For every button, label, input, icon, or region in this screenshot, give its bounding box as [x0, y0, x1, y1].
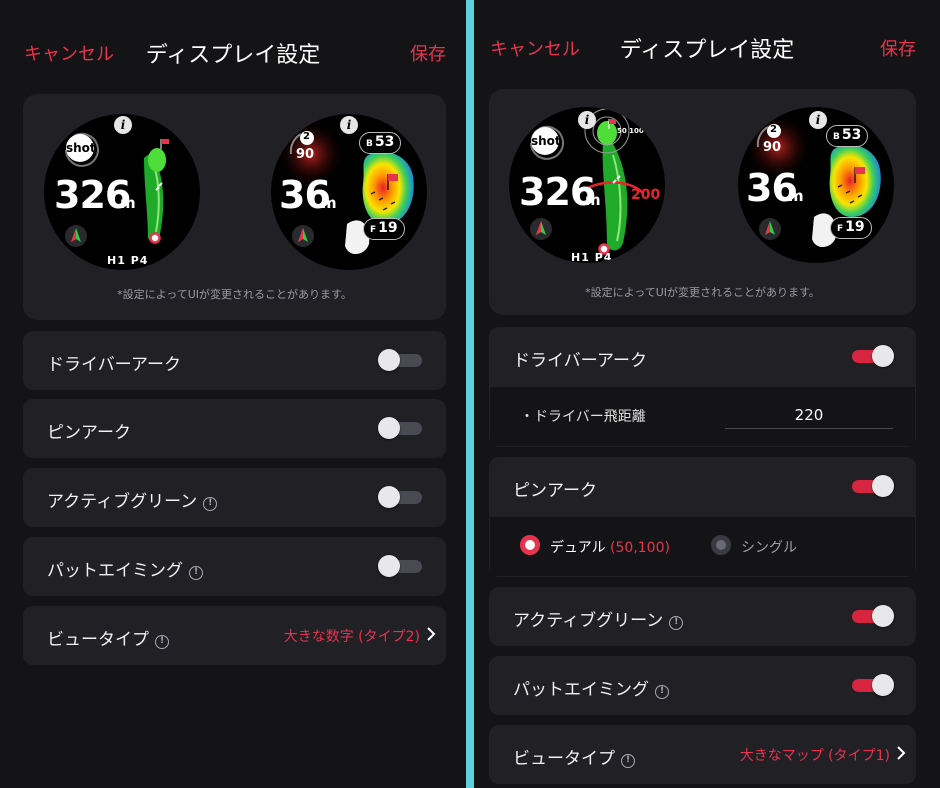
compass-icon [65, 225, 87, 247]
pin-arc-card: ピンアーク デュアル (50,100) シングル [489, 457, 916, 577]
view-type-label: ビュータイプ [47, 630, 149, 650]
info-icon[interactable]: ! [203, 497, 218, 511]
flag-icon [160, 139, 169, 149]
putt-aiming-row[interactable]: パットエイミング! [489, 656, 916, 715]
shot-count-badge: 2 [303, 131, 310, 142]
shot-label: shot [531, 134, 561, 148]
page-title: ディスプレイ設定 [145, 43, 321, 68]
radio-single[interactable] [711, 535, 731, 555]
front-distance-pill: F 19 [830, 217, 872, 239]
chevron-right-icon[interactable] [426, 626, 436, 642]
info-icon[interactable]: i [578, 111, 596, 129]
info-icon[interactable]: ! [669, 616, 684, 630]
watch-preview-green: 2 90 36 m B 53 F 19 [271, 114, 427, 270]
info-icon[interactable]: i [114, 116, 132, 134]
view-type-label: ビュータイプ [513, 749, 615, 769]
back-distance-pill: B 53 [359, 132, 402, 154]
hole-label: H1 P4 [571, 251, 613, 263]
putt-aiming-label: パットエイミング [47, 561, 183, 581]
watch-preview-map: shot 326 m H1 P4 [44, 114, 200, 270]
distance-value: 326 [54, 173, 131, 217]
driver-arc-toggle[interactable] [378, 349, 424, 371]
compass-icon [292, 225, 314, 247]
save-button[interactable]: 保存 [880, 35, 916, 61]
driver-arc-label: ドライバーアーク [47, 355, 181, 375]
driver-arc-row[interactable]: ドライバーアーク [23, 331, 446, 390]
pin-arc-distances: 50 100 [617, 127, 644, 135]
preview-note: *設定によってUIが変更されることがあります。 [585, 286, 820, 299]
display-preview: 50 100 shot 326 m 200 H1 P4 i 2 90 36 m … [489, 89, 916, 315]
putt-aiming-toggle[interactable] [378, 555, 424, 577]
compass-icon [759, 218, 781, 240]
driver-arc-distance: 200 [631, 187, 661, 203]
driver-distance-row: ・ドライバー飛距離 220 [490, 387, 915, 446]
distance-value: 326 [519, 170, 596, 214]
pin-arc-label: ピンアーク [513, 481, 597, 501]
active-green-toggle[interactable] [378, 486, 424, 508]
radio-single-label[interactable]: シングル [741, 537, 797, 557]
distance-unit: m [321, 194, 337, 212]
info-icon[interactable]: i [340, 116, 358, 134]
pin-arc-toggle[interactable] [848, 475, 894, 497]
pin-arc-row[interactable]: ピンアーク [489, 457, 916, 517]
header: キャンセル ディスプレイ設定 保存 [0, 0, 466, 90]
right-screen: キャンセル ディスプレイ設定 保存 50 100 shot 326 m 200 … [474, 0, 940, 788]
driver-distance-input[interactable]: 220 [725, 401, 893, 429]
driver-arc-toggle[interactable] [848, 345, 894, 367]
putt-aiming-toggle[interactable] [848, 674, 894, 696]
preview-note: *設定によってUIが変更されることがあります。 [117, 288, 352, 301]
pin-arc-options: デュアル (50,100) シングル [490, 517, 915, 576]
active-green-label: アクティブグリーン [513, 611, 664, 631]
info-icon[interactable]: ! [655, 685, 669, 699]
watch-preview-map: 50 100 shot 326 m 200 H1 P4 [509, 107, 665, 263]
chevron-right-icon[interactable] [896, 745, 906, 761]
active-green-label: アクティブグリーン [47, 492, 198, 512]
pin-arc-toggle[interactable] [378, 417, 424, 439]
active-green-row[interactable]: アクティブグリーン! [489, 587, 916, 646]
hole-label: H1 P4 [107, 254, 149, 267]
driver-arc-label: ドライバーアーク [513, 351, 647, 371]
driver-arc-card: ドライバーアーク ・ドライバー飛距離 220 [489, 327, 916, 447]
distance-unit: m [788, 187, 804, 205]
save-button[interactable]: 保存 [410, 40, 446, 66]
info-icon[interactable]: ! [621, 754, 635, 768]
driver-distance-label: ・ドライバー飛距離 [520, 409, 646, 425]
distance-unit: m [585, 191, 601, 209]
active-green-row[interactable]: アクティブグリーン! [23, 468, 446, 527]
view-type-value[interactable]: 大きなマップ (タイプ1) [740, 745, 890, 765]
view-type-row[interactable]: ビュータイプ! 大きな数字 (タイプ2) [23, 606, 446, 665]
shot-label: shot [66, 141, 96, 155]
page-title: ディスプレイ設定 [619, 38, 795, 63]
watch-preview-green: 2 90 36 m B 53 F 19 [738, 107, 894, 263]
radio-dual-label[interactable]: デュアル (50,100) [550, 537, 670, 557]
front-distance-pill: F 19 [363, 218, 405, 240]
driver-arc-row[interactable]: ドライバーアーク [489, 327, 916, 387]
shot-count-badge: 2 [770, 124, 777, 135]
distance-unit: m [120, 194, 136, 212]
yardage-value: 90 [296, 147, 315, 162]
info-icon[interactable]: ! [155, 635, 169, 649]
pin-arc-row[interactable]: ピンアーク [23, 399, 446, 458]
yardage-value: 90 [763, 140, 782, 155]
display-preview: shot 326 m H1 P4 i 2 90 36 m B 53 F 19 i… [23, 94, 446, 320]
compass-icon [530, 218, 552, 240]
pin-arc-label: ピンアーク [47, 423, 131, 443]
radio-dual[interactable] [520, 535, 540, 555]
left-screen: キャンセル ディスプレイ設定 保存 shot 326 m H1 P4 i 2 9… [0, 0, 466, 788]
putt-aiming-row[interactable]: パットエイミング! [23, 537, 446, 596]
active-green-toggle[interactable] [848, 605, 894, 627]
view-type-row[interactable]: ビュータイプ! 大きなマップ (タイプ1) [489, 725, 916, 784]
view-type-value[interactable]: 大きな数字 (タイプ2) [284, 626, 420, 646]
info-icon[interactable]: ! [189, 566, 203, 580]
info-icon[interactable]: i [809, 111, 827, 129]
back-distance-pill: B 53 [826, 125, 869, 147]
header: キャンセル ディスプレイ設定 保存 [474, 0, 940, 90]
putt-aiming-label: パットエイミング [513, 680, 649, 700]
